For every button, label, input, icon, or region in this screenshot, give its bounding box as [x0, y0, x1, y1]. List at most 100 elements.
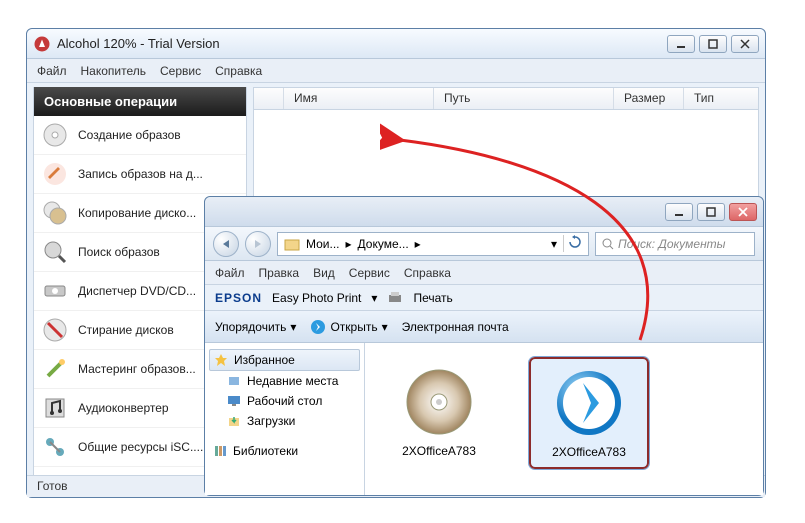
nav-back-button[interactable]: [213, 231, 239, 257]
epson-label[interactable]: Easy Photo Print: [272, 291, 361, 305]
op-label: Поиск образов: [78, 245, 160, 259]
col-size[interactable]: Размер: [614, 88, 684, 109]
menu-edit[interactable]: Правка: [259, 266, 300, 280]
explorer-navbar: Мои... ▸ Докуме... ▸ ▾ Поиск: Документы: [205, 227, 763, 261]
op-label: Диспетчер DVD/CD...: [78, 284, 196, 298]
search-icon: [602, 238, 614, 250]
tree-libraries[interactable]: Библиотеки: [209, 441, 360, 461]
op-label: Общие ресурсы iSC....: [78, 440, 203, 454]
menu-help[interactable]: Справка: [404, 266, 451, 280]
address-bar[interactable]: Мои... ▸ Докуме... ▸ ▾: [277, 232, 589, 256]
music-icon: [42, 395, 68, 421]
daemon-tools-icon: [553, 367, 625, 439]
downloads-icon: [227, 414, 241, 428]
network-icon: [42, 434, 68, 460]
file-item-selected[interactable]: 2XOfficeA783: [529, 357, 649, 469]
explorer-toolbar: Упорядочить ▾ Открыть ▾ Электронная почт…: [205, 311, 763, 343]
refresh-button[interactable]: [563, 235, 582, 252]
alcohol-titlebar[interactable]: Alcohol 120% - Trial Version: [27, 29, 765, 59]
close-button[interactable]: [731, 35, 759, 53]
star-icon: [214, 353, 228, 367]
menu-drive[interactable]: Накопитель: [81, 64, 147, 78]
chevron-down-icon: ▾: [290, 320, 296, 334]
op-create-image[interactable]: Создание образов: [34, 116, 246, 155]
refresh-icon: [568, 235, 582, 249]
op-burn-image[interactable]: Запись образов на д...: [34, 155, 246, 194]
printer-icon: [387, 290, 403, 306]
alcohol-menubar: Файл Накопитель Сервис Справка: [27, 59, 765, 83]
menu-help[interactable]: Справка: [215, 64, 262, 78]
file-pane[interactable]: 2XOfficeA783 2XOfficeA783: [365, 343, 763, 495]
col-path[interactable]: Путь: [434, 88, 614, 109]
search-input[interactable]: Поиск: Документы: [595, 232, 755, 256]
daemon-small-icon: [310, 319, 326, 335]
email-button[interactable]: Электронная почта: [402, 320, 509, 334]
file-label: 2XOfficeA783: [402, 444, 476, 458]
print-button[interactable]: Печать: [413, 291, 452, 305]
breadcrumb-part[interactable]: Докуме...: [358, 237, 409, 251]
explorer-titlebar[interactable]: [205, 197, 763, 227]
col-type[interactable]: Тип: [684, 88, 758, 109]
tree-desktop[interactable]: Рабочий стол: [209, 391, 360, 411]
op-label: Копирование диско...: [78, 206, 196, 220]
list-header: Имя Путь Размер Тип: [254, 88, 758, 110]
wand-icon: [42, 356, 68, 382]
epson-brand: EPSON: [215, 291, 262, 305]
minimize-button[interactable]: [665, 203, 693, 221]
close-icon: [738, 207, 748, 217]
explorer-tree: Избранное Недавние места Рабочий стол За…: [205, 343, 365, 495]
chevron-right-icon: ▸: [346, 237, 352, 251]
maximize-button[interactable]: [699, 35, 727, 53]
nav-forward-button[interactable]: [245, 231, 271, 257]
explorer-window: Мои... ▸ Докуме... ▸ ▾ Поиск: Документы Фа…: [204, 196, 764, 496]
drive-icon: [42, 278, 68, 304]
operations-header: Основные операции: [34, 87, 246, 116]
breadcrumb-part[interactable]: Мои...: [306, 237, 340, 251]
folder-icon: [284, 236, 300, 252]
op-label: Мастеринг образов...: [78, 362, 196, 376]
tree-downloads[interactable]: Загрузки: [209, 411, 360, 431]
explorer-window-buttons: [665, 203, 757, 221]
maximize-icon: [708, 39, 718, 49]
desktop-icon: [227, 394, 241, 408]
maximize-icon: [706, 207, 716, 217]
menu-view[interactable]: Вид: [313, 266, 335, 280]
disc-icon: [42, 122, 68, 148]
alcohol-app-icon: [33, 35, 51, 53]
chevron-right-icon: ▸: [415, 237, 421, 251]
op-label: Аудиоконвертер: [78, 401, 169, 415]
tree-favorites[interactable]: Избранное: [209, 349, 360, 371]
op-label: Создание образов: [78, 128, 181, 142]
maximize-button[interactable]: [697, 203, 725, 221]
alcohol-window-buttons: [667, 35, 759, 53]
col-name[interactable]: Имя: [284, 88, 434, 109]
menu-service[interactable]: Сервис: [349, 266, 390, 280]
erase-icon: [42, 317, 68, 343]
op-label: Запись образов на д...: [78, 167, 203, 181]
op-label: Стирание дисков: [78, 323, 174, 337]
open-button[interactable]: Открыть ▾: [310, 319, 387, 335]
recent-icon: [227, 374, 241, 388]
close-icon: [740, 39, 750, 49]
explorer-menubar: Файл Правка Вид Сервис Справка: [205, 261, 763, 285]
close-button[interactable]: [729, 203, 757, 221]
alcohol-title: Alcohol 120% - Trial Version: [57, 36, 667, 51]
search-placeholder: Поиск: Документы: [618, 237, 726, 251]
tree-recent[interactable]: Недавние места: [209, 371, 360, 391]
copy-disc-icon: [42, 200, 68, 226]
chevron-down-icon: ▾: [382, 320, 388, 334]
menu-service[interactable]: Сервис: [160, 64, 201, 78]
minimize-icon: [676, 39, 686, 49]
search-disc-icon: [42, 239, 68, 265]
file-label: 2XOfficeA783: [552, 445, 626, 459]
organize-button[interactable]: Упорядочить ▾: [215, 320, 296, 334]
file-item[interactable]: 2XOfficeA783: [379, 357, 499, 467]
dropdown-icon[interactable]: ▾: [371, 291, 377, 305]
chevron-down-icon[interactable]: ▾: [551, 237, 557, 251]
arrow-left-icon: [220, 238, 232, 250]
menu-file[interactable]: Файл: [37, 64, 67, 78]
menu-file[interactable]: Файл: [215, 266, 245, 280]
epson-toolbar: EPSON Easy Photo Print ▾ Печать: [205, 285, 763, 311]
minimize-button[interactable]: [667, 35, 695, 53]
minimize-icon: [674, 207, 684, 217]
